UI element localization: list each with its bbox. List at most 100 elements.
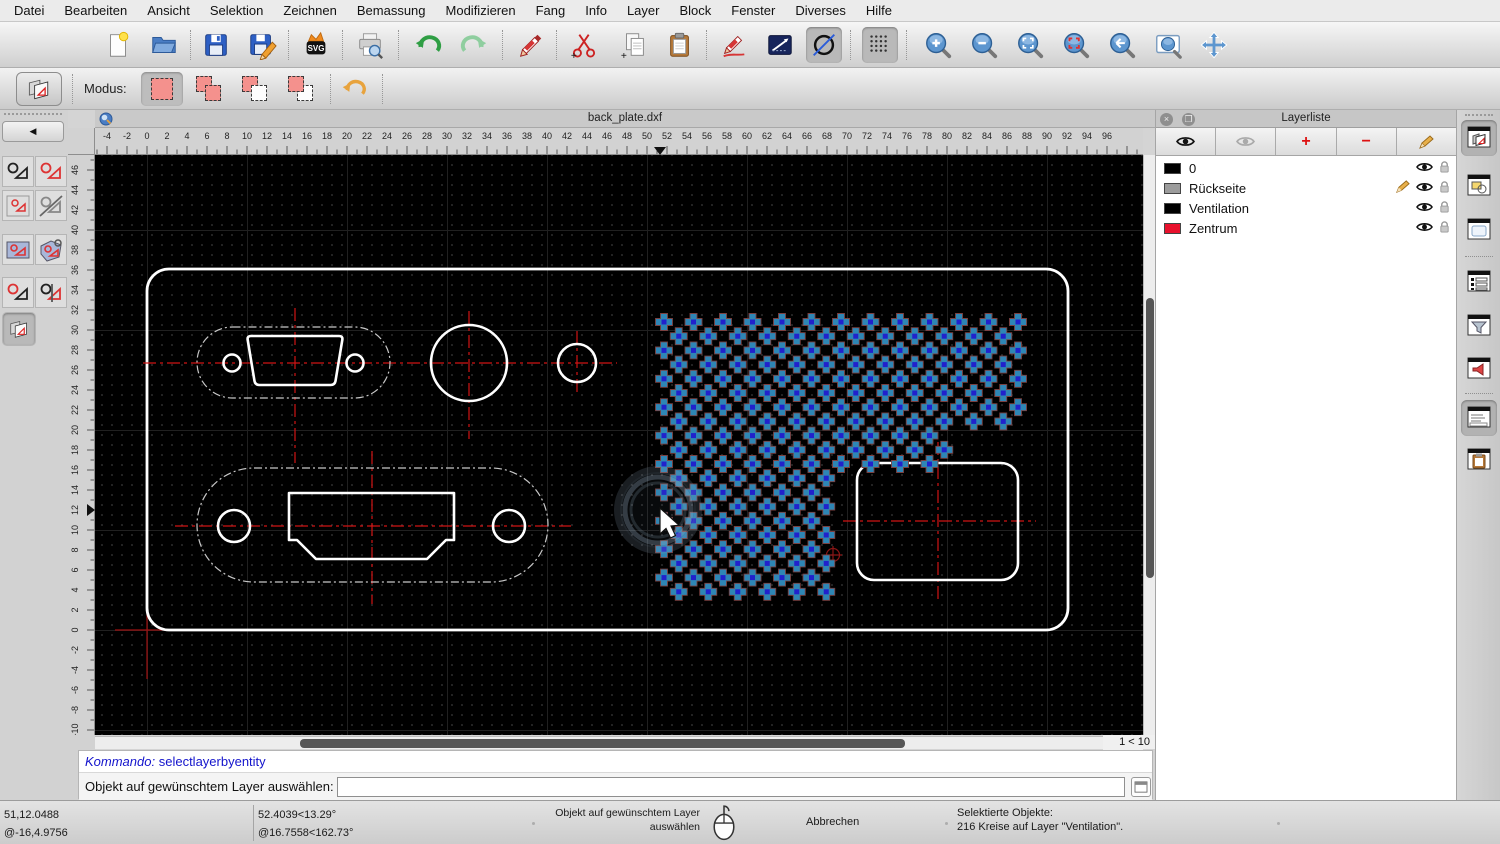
layer-visibility-icon[interactable] [1416, 181, 1433, 196]
select-contour-button[interactable] [2, 277, 34, 308]
layer-visibility-icon[interactable] [1416, 161, 1433, 176]
layer-panel-title: Layerliste [1281, 112, 1331, 124]
print-preview-button[interactable] [352, 27, 388, 63]
restore-selection-button[interactable] [336, 71, 372, 107]
deselect-intersected-button[interactable] [35, 234, 67, 265]
mode-remove-from-selection-button[interactable] [234, 72, 276, 106]
menu-ansicht[interactable]: Ansicht [137, 0, 200, 22]
zoom-auto-button[interactable] [1012, 27, 1048, 63]
undo-button[interactable] [410, 27, 446, 63]
layer-visibility-icon[interactable] [1416, 201, 1433, 216]
zoom-previous-view-button[interactable] [1104, 27, 1140, 63]
cutout-entities[interactable] [216, 323, 1020, 582]
draw-pencil-button[interactable] [716, 27, 752, 63]
menu-modifizieren[interactable]: Modifizieren [436, 0, 526, 22]
delete-button[interactable] [512, 27, 548, 63]
remove-layer-button[interactable]: − [1337, 128, 1397, 155]
layer-lock-icon[interactable] [1439, 160, 1450, 177]
layer-name[interactable]: Zentrum [1189, 221, 1237, 236]
menu-layer[interactable]: Layer [617, 0, 670, 22]
menu-fang[interactable]: Fang [526, 0, 576, 22]
line-tool-button[interactable] [762, 27, 798, 63]
menu-bemassung[interactable]: Bemassung [347, 0, 436, 22]
show-all-layers-button[interactable] [1156, 128, 1217, 155]
layer-row[interactable]: Zentrum [1156, 218, 1456, 238]
layer-list-panel-button[interactable] [1461, 120, 1497, 156]
vertical-scrollbar[interactable] [1143, 155, 1155, 735]
save-as-button[interactable] [244, 27, 280, 63]
command-line-panel-button[interactable] [1461, 400, 1497, 436]
open-file-button[interactable] [146, 27, 182, 63]
menu-fenster[interactable]: Fenster [721, 0, 785, 22]
vertical-scrollbar-handle[interactable] [1146, 298, 1154, 578]
command-trigger-panel-button[interactable] [1461, 351, 1497, 387]
library-browser-panel-button[interactable] [1461, 212, 1497, 248]
menu-info[interactable]: Info [575, 0, 617, 22]
zoom-window-button[interactable] [1150, 27, 1186, 63]
deselect-all-button[interactable] [35, 156, 67, 187]
drawing-canvas[interactable] [95, 155, 1143, 735]
property-editor-panel-button[interactable] [1461, 264, 1497, 300]
add-layer-button[interactable]: + [1276, 128, 1337, 155]
command-options-button[interactable] [1131, 777, 1151, 797]
layer-color-swatch[interactable] [1164, 222, 1181, 234]
redo-button[interactable] [456, 27, 492, 63]
mode-add-to-selection-button[interactable] [188, 72, 230, 106]
horizontal-scrollbar-handle[interactable] [300, 739, 905, 748]
menu-zeichnen[interactable]: Zeichnen [273, 0, 346, 22]
collapse-sidebar-button[interactable]: ◀ [2, 121, 64, 142]
deselect-window-button[interactable] [35, 190, 67, 221]
grid-toggle-button[interactable] [862, 27, 898, 63]
menu-selektion[interactable]: Selektion [200, 0, 273, 22]
zoom-selection-button[interactable] [1058, 27, 1094, 63]
zoom-in-button[interactable] [920, 27, 956, 63]
layer-visibility-icon[interactable] [1416, 221, 1433, 236]
save-button[interactable] [198, 27, 234, 63]
select-layer-entities-button[interactable] [2, 312, 36, 346]
layer-name[interactable]: Rückseite [1189, 181, 1246, 196]
svg-text:28: 28 [422, 131, 432, 141]
menu-hilfe[interactable]: Hilfe [856, 0, 902, 22]
select-intersected-button[interactable] [2, 234, 34, 265]
edit-layer-button[interactable] [1397, 128, 1456, 155]
menu-datei[interactable]: Datei [4, 0, 54, 22]
document-tab[interactable]: back_plate.dxf [95, 112, 1155, 124]
layer-lock-icon[interactable] [1439, 200, 1450, 217]
menu-diverses[interactable]: Diverses [785, 0, 856, 22]
selection-filter-panel-button[interactable] [1461, 308, 1497, 344]
layer-color-swatch[interactable] [1164, 202, 1181, 214]
layer-row[interactable]: 0 [1156, 158, 1456, 178]
layer-row[interactable]: Ventilation [1156, 198, 1456, 218]
circle-tool-button[interactable] [806, 27, 842, 63]
paste-button[interactable] [662, 27, 698, 63]
mode-replace-selection-button[interactable] [141, 72, 183, 106]
command-input[interactable] [337, 777, 1125, 797]
layer-color-swatch[interactable] [1164, 162, 1181, 174]
copy-button[interactable]: + [616, 27, 652, 63]
menu-bearbeiten[interactable]: Bearbeiten [54, 0, 137, 22]
pan-button[interactable] [1196, 27, 1232, 63]
layer-name[interactable]: 0 [1189, 161, 1196, 176]
zoom-out-button[interactable] [966, 27, 1002, 63]
select-window-button[interactable] [2, 190, 34, 221]
layer-lock-icon[interactable] [1439, 180, 1450, 197]
deselect-contour-button[interactable] [35, 277, 67, 308]
svg-text:40: 40 [70, 225, 80, 235]
hide-all-layers-button[interactable] [1216, 128, 1277, 155]
svg-text:92: 92 [1062, 131, 1072, 141]
layer-color-swatch[interactable] [1164, 182, 1181, 194]
layer-row[interactable]: Rückseite [1156, 178, 1456, 198]
svg-export-button[interactable]: SVG [298, 27, 334, 63]
active-tool-indicator-select-layer-entities[interactable] [16, 72, 62, 106]
new-file-button[interactable] [100, 27, 136, 63]
layer-name[interactable]: Ventilation [1189, 201, 1249, 216]
ventilation-holes-selected[interactable] [655, 313, 1027, 601]
menu-block[interactable]: Block [669, 0, 721, 22]
select-all-button[interactable] [2, 156, 34, 187]
block-list-panel-button[interactable] [1461, 168, 1497, 204]
layer-lock-icon[interactable] [1439, 220, 1450, 237]
cut-button[interactable]: + [566, 27, 602, 63]
mode-intersect-selection-button[interactable] [280, 72, 322, 106]
clipboard-panel-button[interactable] [1461, 442, 1497, 478]
horizontal-scrollbar[interactable] [95, 736, 1103, 749]
